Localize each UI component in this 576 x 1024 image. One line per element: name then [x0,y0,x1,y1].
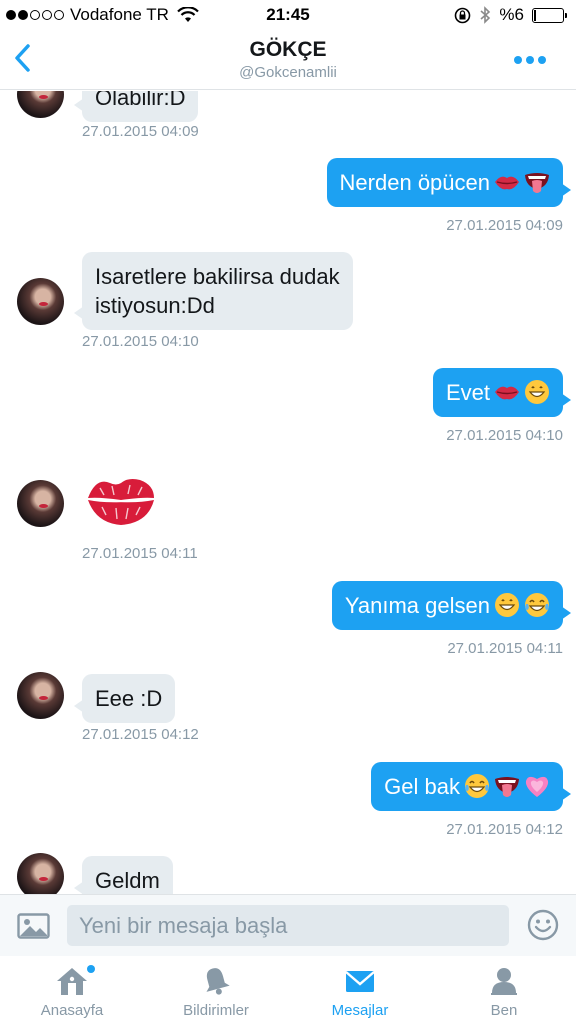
message-timestamp: 27.01.2015 04:12 [82,726,199,743]
message-bubble-outgoing[interactable]: Gel bak [371,762,571,811]
battery-percent: %6 [499,5,524,24]
tab-home[interactable]: Anasayfa [0,956,144,1024]
message-timestamp: 27.01.2015 04:09 [82,123,199,140]
bluetooth-icon [480,6,491,24]
app: Vodafone TR 21:45 %6 GÖKÇE @Gokcenamlii … [0,0,576,1024]
battery-icon [532,7,567,23]
avatar[interactable] [17,91,64,118]
message-bubble-incoming[interactable]: Isaretlere bakilirsa dudak istiyosun:Dd [74,252,353,330]
message-text: Olabilir:D [95,91,186,110]
status-right: %6 [454,5,567,25]
tab-messages[interactable]: Mesajlar [288,956,432,1024]
status-bar: Vodafone TR 21:45 %6 [0,0,576,30]
person-icon [491,968,517,995]
conversation-header: GÖKÇE @Gokcenamlii [0,30,576,90]
tears-of-joy-icon [525,593,549,617]
tongue-mouth-icon [525,173,549,193]
avatar[interactable] [17,853,64,894]
message-text: Evet [445,380,490,405]
envelope-icon [345,971,375,992]
notification-badge [87,965,95,973]
more-options-icon[interactable] [514,56,546,64]
message-text-line: istiyosun:Dd [95,293,215,318]
message-input[interactable] [67,905,509,946]
pink-heart-icon [525,776,549,797]
tab-label: Anasayfa [40,1002,104,1019]
tears-of-joy-icon [465,774,489,798]
message-text: Geldm [95,868,160,893]
message-text-line: Isaretlere bakilirsa dudak [95,264,340,289]
rotation-lock-icon [455,7,471,23]
tab-me[interactable]: Ben [432,956,576,1024]
tongue-mouth-icon [495,777,519,797]
message-bubble-incoming[interactable]: Geldm [74,856,173,894]
message-timestamp: 27.01.2015 04:11 [82,545,198,562]
message-timestamp: 27.01.2015 04:12 [446,821,563,838]
smiley-icon[interactable] [527,909,559,941]
tab-notifications[interactable]: Bildirimler [144,956,288,1024]
message-composer [0,894,576,956]
grin-icon [495,593,519,617]
avatar[interactable] [17,278,64,325]
message-bubble-incoming[interactable]: Olabilir:D [73,91,199,122]
grin-icon [525,380,549,404]
kiss-mark-icon[interactable] [86,471,156,529]
lips-icon [495,176,519,190]
tab-label: Bildirimler [183,1002,249,1019]
avatar[interactable] [17,480,64,527]
tab-bar: Anasayfa Bildirimler Mesajlar Ben [0,956,576,1024]
conversation-title: GÖKÇE [249,38,327,61]
conversation-handle: @Gokcenamlii [239,64,337,81]
tab-label: Mesajlar [331,1002,389,1019]
message-timestamp: 27.01.2015 04:09 [446,217,563,234]
message-bubble-outgoing[interactable]: Evet [432,368,572,417]
message-timestamp: 27.01.2015 04:10 [82,333,199,350]
photo-icon[interactable] [17,913,50,939]
bell-icon [206,968,230,995]
message-list[interactable]: Olabilir:D 27.01.2015 04:09 Nerden öpüce… [0,91,576,894]
message-text: Eee :D [95,686,163,711]
tab-label: Ben [490,1002,518,1019]
message-timestamp: 27.01.2015 04:11 [447,640,563,657]
message-bubble-outgoing[interactable]: Yanıma gelsen [331,581,572,630]
message-bubble-outgoing[interactable]: Nerden öpücen [326,158,572,207]
message-text: Gel bak [384,774,460,799]
message-text: Nerden öpücen [339,170,490,195]
message-text: Yanıma gelsen [344,593,490,618]
message-timestamp: 27.01.2015 04:10 [446,427,563,444]
lips-icon [495,386,519,400]
home-icon [57,968,87,995]
message-bubble-incoming[interactable]: Eee :D [73,674,176,723]
avatar[interactable] [17,672,64,719]
